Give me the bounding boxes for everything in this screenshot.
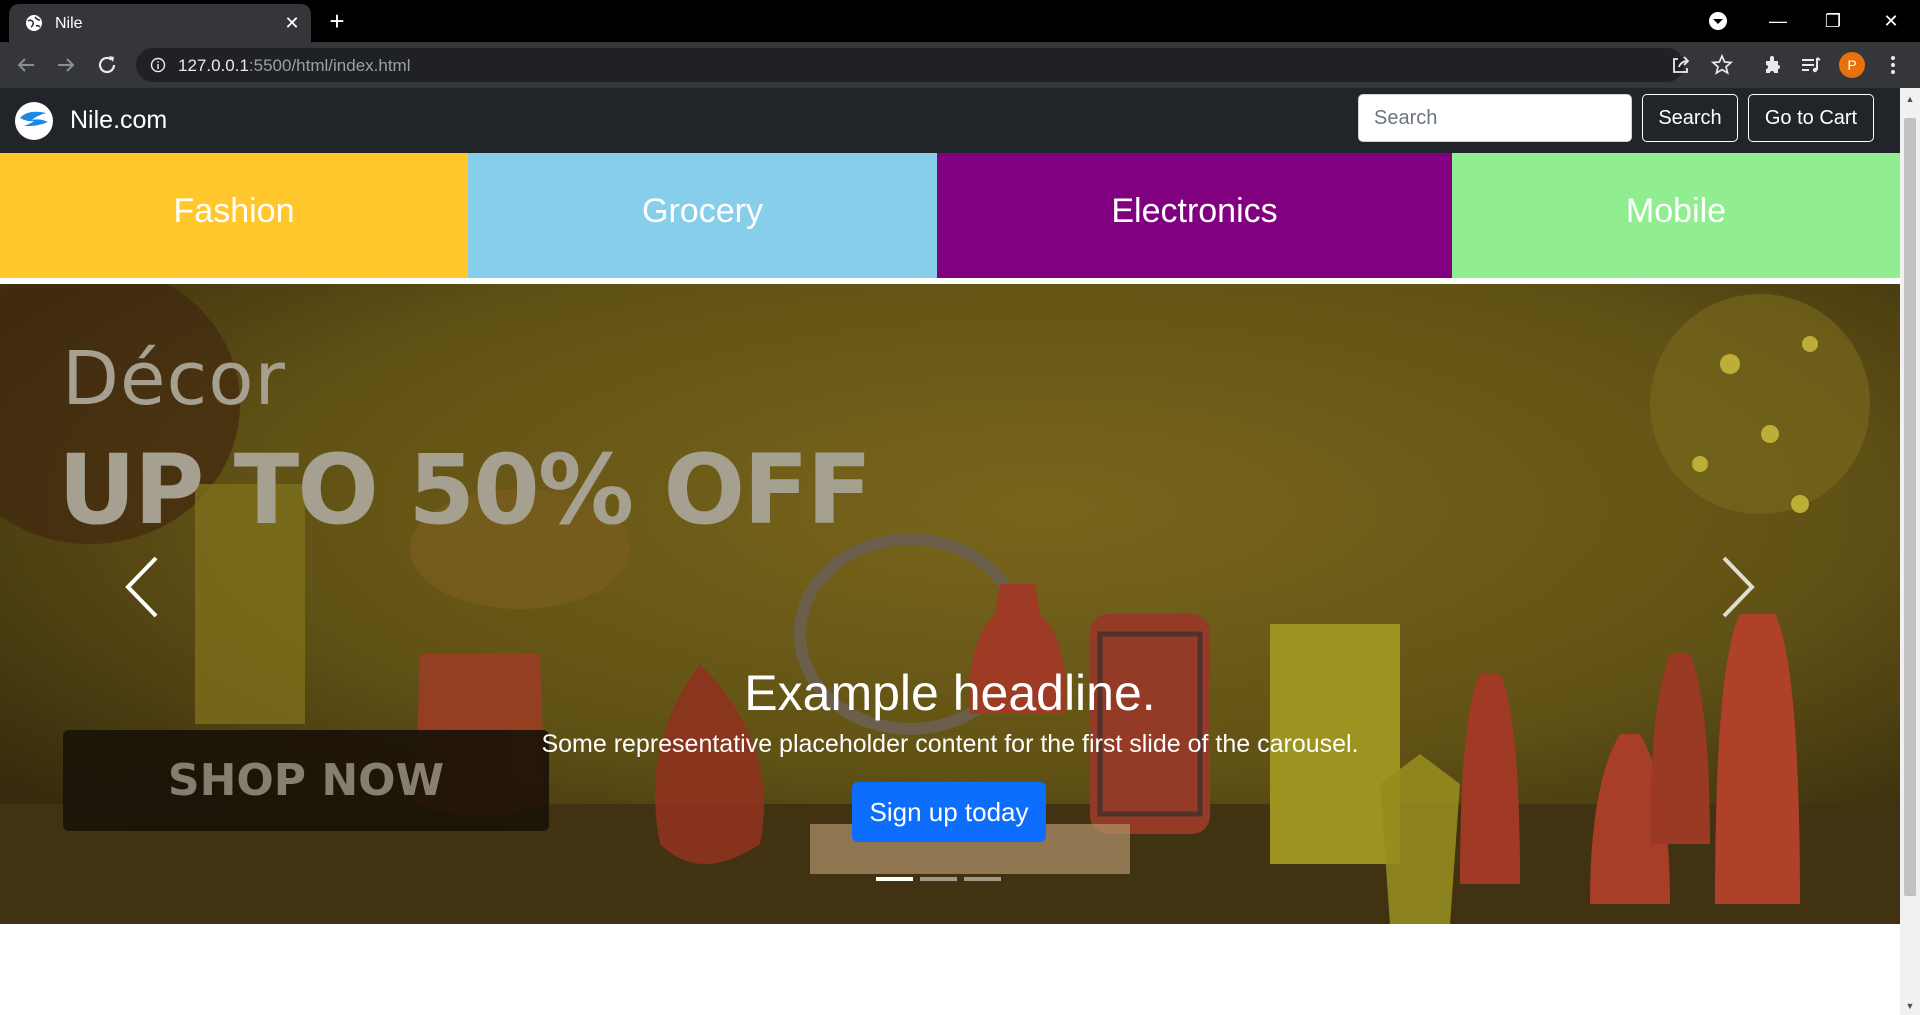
browser-tab[interactable]: Nile ✕ [9, 4, 311, 42]
back-icon[interactable] [14, 53, 38, 77]
restore-button[interactable]: ❐ [1818, 8, 1848, 34]
share-icon[interactable] [1669, 53, 1693, 77]
category-strip: Fashion Grocery Electronics Mobile [0, 153, 1900, 278]
carousel-next-icon[interactable] [1712, 552, 1762, 622]
extensions-icon[interactable] [1760, 53, 1784, 77]
address-bar[interactable]: 127.0.0.1:5500/html/index.html [136, 48, 1734, 82]
url-path: :5500/html/index.html [248, 56, 411, 75]
media-icon[interactable] [1707, 10, 1729, 32]
forward-icon[interactable] [54, 53, 78, 77]
reload-icon[interactable] [95, 53, 119, 77]
close-window-button[interactable]: ✕ [1876, 8, 1906, 34]
star-icon[interactable] [1710, 53, 1734, 77]
banner-title: Décor [62, 336, 286, 422]
sign-up-button[interactable]: Sign up today [852, 782, 1046, 842]
carousel-indicator-2[interactable] [920, 877, 957, 881]
browser-toolbar: 127.0.0.1:5500/html/index.html P [0, 42, 1920, 88]
hero-carousel: Décor UP TO 50% OFF SHOP NOW Example hea… [0, 284, 1900, 924]
tab-title: Nile [55, 15, 83, 32]
go-to-cart-button[interactable]: Go to Cart [1748, 94, 1874, 142]
carousel-indicator-1[interactable] [876, 877, 913, 881]
carousel-prev-icon[interactable] [116, 552, 166, 622]
scroll-down-icon[interactable]: ▼ [1905, 1001, 1915, 1011]
url-text: 127.0.0.1:5500/html/index.html [178, 56, 411, 76]
category-grocery[interactable]: Grocery [468, 153, 937, 278]
page-scrollbar[interactable]: ▲ ▼ [1900, 88, 1920, 1015]
carousel-headline: Example headline. [744, 665, 1156, 721]
browser-tab-bar: Nile ✕ + — ❐ ✕ [0, 0, 1920, 42]
scroll-up-icon[interactable]: ▲ [1905, 94, 1915, 104]
url-host: 127.0.0.1 [178, 56, 249, 75]
site-navbar: Nile.com Search Go to Cart [0, 88, 1900, 153]
carousel-caption: Some representative placeholder content … [541, 730, 1359, 758]
category-electronics[interactable]: Electronics [937, 153, 1452, 278]
close-tab-icon[interactable]: ✕ [282, 13, 302, 33]
minimize-button[interactable]: — [1763, 8, 1793, 34]
globe-icon [26, 15, 42, 31]
search-button[interactable]: Search [1642, 94, 1738, 142]
brand-logo-icon[interactable] [14, 101, 54, 141]
profile-avatar[interactable]: P [1839, 52, 1865, 78]
menu-icon[interactable] [1881, 53, 1905, 77]
category-mobile[interactable]: Mobile [1452, 153, 1900, 278]
category-fashion[interactable]: Fashion [0, 153, 468, 278]
page-viewport: Nile.com Search Go to Cart Fashion Groce… [0, 88, 1900, 1015]
banner-offer: UP TO 50% OFF [58, 434, 872, 546]
carousel-indicator-3[interactable] [964, 877, 1001, 881]
brand-name[interactable]: Nile.com [70, 106, 167, 135]
site-info-icon[interactable] [150, 57, 166, 73]
reading-list-icon[interactable] [1799, 53, 1823, 77]
new-tab-icon[interactable]: + [325, 8, 349, 34]
search-input[interactable] [1358, 94, 1632, 142]
scrollbar-thumb[interactable] [1904, 118, 1916, 896]
